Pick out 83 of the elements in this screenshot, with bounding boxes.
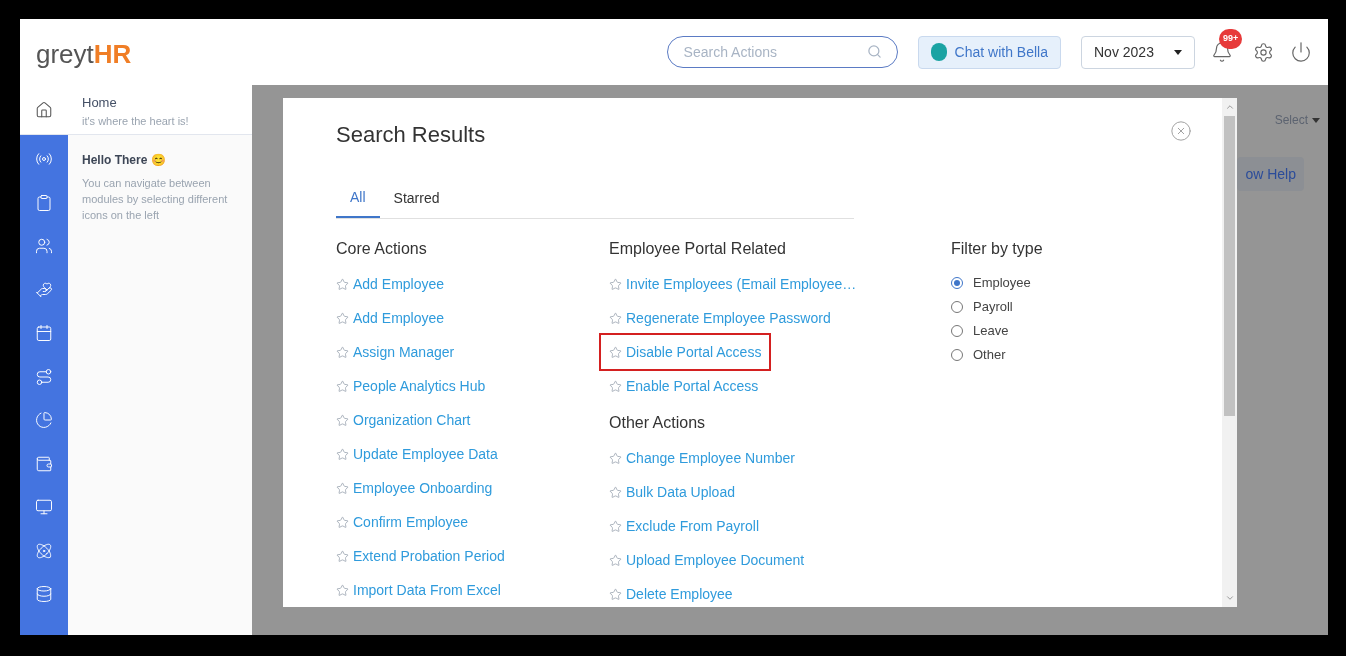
action-link[interactable]: Upload Employee Document xyxy=(601,543,813,577)
database-icon[interactable] xyxy=(35,585,53,603)
star-icon[interactable] xyxy=(609,485,622,499)
action-link[interactable]: Import Data From Excel xyxy=(328,573,509,607)
action-link[interactable]: Regenerate Employee Password xyxy=(601,301,839,335)
clipboard-icon[interactable] xyxy=(35,193,53,212)
action-link[interactable]: Disable Portal Access xyxy=(601,335,770,369)
star-icon[interactable] xyxy=(336,345,349,359)
action-link[interactable]: Bulk Data Upload xyxy=(601,475,743,509)
scroll-down-icon[interactable] xyxy=(1224,593,1235,603)
radio-label: Leave xyxy=(973,322,1009,341)
tab[interactable]: Starred xyxy=(379,187,454,218)
chat-button[interactable]: Chat with Bella xyxy=(917,35,1061,69)
home-icon[interactable] xyxy=(35,100,53,119)
scroll-up-icon[interactable] xyxy=(1224,102,1235,112)
star-icon[interactable] xyxy=(336,447,349,461)
notification-badge: 99+ xyxy=(1219,29,1243,49)
pie-chart-icon[interactable] xyxy=(35,411,53,429)
action-link[interactable]: Confirm Employee xyxy=(328,505,477,539)
month-select[interactable]: Nov 2023 xyxy=(1081,35,1195,69)
star-icon[interactable] xyxy=(336,481,349,495)
settings-icon[interactable] xyxy=(1253,41,1274,63)
section-heading: Employee Portal Related xyxy=(609,239,787,259)
action-link[interactable]: Add Employee xyxy=(328,267,453,301)
star-icon[interactable] xyxy=(336,277,349,291)
section-heading: Other Actions xyxy=(609,413,707,433)
star-icon[interactable] xyxy=(609,553,622,567)
help-button[interactable]: ow Help xyxy=(1237,157,1304,191)
greeting-text: You can navigate between modules by selecting different icons on the left xyxy=(82,176,229,223)
caret-icon xyxy=(1174,49,1182,55)
hand-icon[interactable] xyxy=(35,280,53,299)
select-dropdown[interactable]: Select xyxy=(1274,111,1320,129)
power-icon[interactable] xyxy=(1290,41,1312,63)
star-icon[interactable] xyxy=(609,379,622,393)
action-link[interactable]: Update Employee Data xyxy=(328,437,506,471)
logo: greytHR xyxy=(36,41,132,67)
home-title[interactable]: Home xyxy=(82,93,189,113)
filter-heading: Filter by type xyxy=(951,239,1043,259)
action-link[interactable]: Add Employee xyxy=(328,301,453,335)
route-icon[interactable] xyxy=(35,367,53,386)
dialog-title: Search Results xyxy=(336,121,486,149)
star-icon[interactable] xyxy=(609,451,622,465)
greeting-title: Hello There 😊 xyxy=(82,152,167,169)
star-icon[interactable] xyxy=(336,515,349,529)
radio-label: Employee xyxy=(973,274,1031,293)
action-link[interactable]: People Analytics Hub xyxy=(328,369,494,403)
action-link[interactable]: Employee Onboarding xyxy=(328,471,501,505)
star-icon[interactable] xyxy=(336,311,349,325)
caret-icon xyxy=(1312,118,1320,124)
action-link[interactable]: Delete Employee xyxy=(601,577,741,611)
bell-icon[interactable] xyxy=(1211,41,1233,63)
action-link[interactable]: Assign Manager xyxy=(328,335,463,369)
home-subtitle: it's where the heart is! xyxy=(82,113,189,129)
star-icon[interactable] xyxy=(336,413,349,427)
broadcast-icon[interactable] xyxy=(35,150,53,168)
star-icon[interactable] xyxy=(609,277,622,291)
star-icon[interactable] xyxy=(336,583,349,597)
action-link[interactable]: Enable Portal Access xyxy=(601,369,767,403)
radio-label: Payroll xyxy=(973,298,1013,317)
atom-icon[interactable] xyxy=(35,541,53,560)
star-icon[interactable] xyxy=(609,345,622,359)
action-link[interactable]: Organization Chart xyxy=(328,403,479,437)
close-icon[interactable] xyxy=(1170,120,1192,142)
monitor-icon[interactable] xyxy=(35,498,53,516)
star-icon[interactable] xyxy=(336,549,349,563)
avatar-icon xyxy=(930,43,947,61)
calendar-icon[interactable] xyxy=(35,324,53,342)
search-icon[interactable] xyxy=(866,44,882,59)
action-link[interactable]: Invite Employees (Email Employee… xyxy=(601,267,865,301)
section-heading: Core Actions xyxy=(336,239,428,259)
star-icon[interactable] xyxy=(609,587,622,601)
action-link[interactable]: Exclude From Payroll xyxy=(601,509,768,543)
radio-label: Other xyxy=(973,346,1006,365)
people-icon[interactable] xyxy=(35,237,53,255)
action-link[interactable]: Extend Probation Period xyxy=(328,539,513,573)
star-icon[interactable] xyxy=(609,311,622,325)
star-icon[interactable] xyxy=(609,519,622,533)
wallet-icon[interactable] xyxy=(35,454,53,473)
star-icon[interactable] xyxy=(336,379,349,393)
search-field[interactable]: Search Actions xyxy=(666,36,898,68)
tab[interactable]: All xyxy=(336,187,380,218)
action-link[interactable]: Change Employee Number xyxy=(601,441,803,475)
scrollbar[interactable] xyxy=(1222,98,1237,607)
